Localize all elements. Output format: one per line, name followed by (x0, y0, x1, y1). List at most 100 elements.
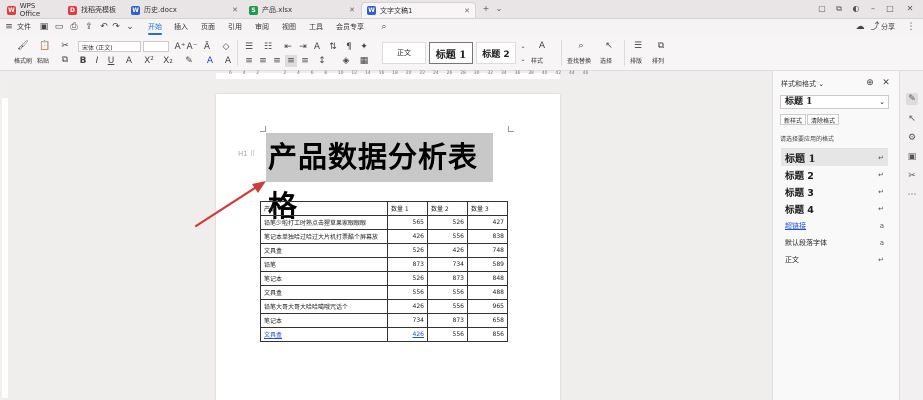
tab-wps-office[interactable]: W WPS Office (2, 2, 62, 18)
text-effects-icon[interactable]: Ā (201, 41, 213, 53)
bold-icon[interactable]: B (77, 55, 89, 67)
table-cell[interactable]: 426 (427, 243, 468, 258)
paste-icon[interactable]: 📋 (39, 40, 51, 52)
table-cell[interactable]: 文具盒 (260, 243, 388, 258)
subscript-icon[interactable]: X₂ (162, 55, 174, 67)
tools-icon[interactable]: ✂ (906, 170, 918, 182)
settings-icon[interactable]: ⚙ (906, 132, 918, 144)
image-icon[interactable]: ▣ (906, 151, 918, 163)
line-spacing-icon[interactable]: ↕ (316, 55, 328, 67)
table-cell[interactable]: 文具盒 (260, 285, 388, 300)
table-header-cell[interactable]: 数量 2 (427, 201, 468, 216)
select-icon[interactable]: ↖ (603, 40, 615, 52)
menu-view[interactable]: 视图 (282, 22, 296, 32)
table-cell[interactable]: 589 (467, 257, 508, 272)
grow-font-icon[interactable]: A⁺ (174, 41, 186, 53)
border-icon[interactable]: ▦ (358, 55, 370, 67)
table-cell-link[interactable]: 文具盒 (260, 327, 388, 342)
strikethrough-icon[interactable]: A (123, 55, 135, 67)
table-cell[interactable]: 526 (387, 243, 428, 258)
underline-icon[interactable]: U (105, 55, 117, 67)
skin-icon[interactable]: ◐ (851, 4, 861, 14)
table-cell[interactable]: 734 (427, 257, 468, 272)
folder-icon[interactable]: ▭ (53, 21, 65, 33)
numbered-list-icon[interactable]: ☷ (262, 41, 274, 53)
more-icon[interactable]: ⋮ (905, 21, 917, 33)
window-layout-icon[interactable]: ▢ (817, 4, 827, 14)
italic-icon[interactable]: I (91, 55, 103, 67)
font-name-select[interactable]: 宋体 (正文) (78, 41, 141, 52)
table-cell[interactable]: 658 (467, 313, 508, 328)
show-marks-icon[interactable]: ¶ (343, 41, 355, 53)
style-normal[interactable]: 正文 (382, 42, 426, 64)
tab-document-1[interactable]: W 文字文稿1 ✕ (361, 2, 476, 18)
table-cell[interactable]: 426 (387, 229, 428, 244)
align-center-icon[interactable]: ≡ (257, 55, 269, 67)
table-cell[interactable]: 铅笔大哥大哥大哈哈噶哦咒话个 (260, 299, 388, 314)
menu-review[interactable]: 审阅 (255, 22, 269, 32)
panel-scrollbar[interactable] (887, 90, 893, 390)
table-cell[interactable]: 铅笔 (260, 257, 388, 272)
styles-icon[interactable]: A (536, 40, 548, 52)
save-icon[interactable]: ▣ (38, 21, 50, 33)
menu-member[interactable]: 会员专享 (336, 22, 364, 32)
redo-icon[interactable]: ↷ (110, 21, 122, 33)
table-header-cell[interactable]: 数量 3 (467, 201, 508, 216)
arrange-icon[interactable]: ⧉ (655, 40, 667, 52)
cloud-icon[interactable]: ☁ (854, 21, 866, 33)
table-header-cell[interactable]: 产品 (260, 201, 388, 216)
paste-label[interactable]: 粘贴 (37, 56, 49, 65)
table-cell[interactable]: 965 (467, 299, 508, 314)
style-heading-1[interactable]: 标题 1 (429, 42, 473, 64)
table-cell[interactable]: 748 (467, 243, 508, 258)
sort-icon[interactable]: ⇅ (327, 41, 339, 53)
table-cell[interactable]: 铅笔少啦打工时熟点击猩草果家眼眼眼 (260, 215, 388, 230)
arrange-button[interactable]: 排列 (652, 56, 664, 65)
char-shading-icon[interactable]: A (222, 55, 234, 67)
justify-icon[interactable]: ≡ (285, 55, 297, 67)
table-cell[interactable]: 笔记本 (260, 271, 388, 286)
close-icon[interactable]: ✕ (464, 7, 470, 15)
styles-button[interactable]: 样式 (531, 56, 543, 65)
print-icon[interactable]: ⎙ (68, 21, 80, 33)
increase-indent-icon[interactable]: ⇥ (297, 41, 309, 53)
table-cell[interactable]: 873 (387, 257, 428, 272)
maximize-icon[interactable]: □ (885, 4, 895, 14)
table-cell[interactable]: 556 (427, 285, 468, 300)
close-icon[interactable]: ✕ (880, 77, 892, 89)
table-cell[interactable]: 526 (427, 215, 468, 230)
shading-icon[interactable]: ◈ (340, 55, 352, 67)
style-heading-2[interactable]: 标题 2 (476, 42, 516, 64)
chevron-down-icon[interactable]: ⌄ (124, 21, 136, 33)
undo-icon[interactable]: ↶ (98, 21, 110, 33)
chinese-layout-icon[interactable]: A (311, 41, 323, 53)
horizontal-ruler[interactable]: 6 4 2 2 4 6 8 10 12 14 16 18 20 22 24 26 28 30 32 34 36 38 40 4… (0, 71, 772, 80)
table-cell[interactable]: 565 (387, 215, 428, 230)
style-item-normal[interactable]: 正文 ↵ (781, 251, 888, 268)
new-tab-button[interactable]: + (481, 4, 491, 14)
decrease-indent-icon[interactable]: ⇤ (282, 41, 294, 53)
more-icon[interactable]: ⋯ (906, 189, 918, 201)
select-button[interactable]: 选择 (600, 56, 612, 65)
style-item-hyperlink[interactable]: 超链接 a (781, 217, 888, 234)
style-item-heading-1[interactable]: 标题 1 ↵ (781, 149, 888, 166)
minimize-icon[interactable]: – (868, 4, 878, 14)
table-cell[interactable]: 873 (427, 271, 468, 286)
table-header-cell[interactable]: 数量 1 (387, 201, 428, 216)
table-cell[interactable]: 556 (427, 299, 468, 314)
layout-icon[interactable]: ☰ (632, 40, 644, 52)
table-cell[interactable]: 848 (467, 271, 508, 286)
pin-icon[interactable]: ⊕ (864, 77, 876, 89)
find-replace-button[interactable]: 查找替换 (567, 56, 591, 65)
table-cell[interactable]: 556 (427, 327, 468, 342)
font-color-icon[interactable]: A (204, 55, 216, 67)
style-item-heading-2[interactable]: 标题 2 ↵ (781, 166, 888, 183)
find-replace-icon[interactable]: ⌕ (575, 40, 587, 52)
table-cell[interactable]: 488 (467, 285, 508, 300)
font-size-select[interactable] (143, 41, 169, 52)
current-style-select[interactable]: 标题 1 ⌄ (780, 95, 889, 109)
cut-icon[interactable]: ✂ (59, 40, 71, 52)
close-icon[interactable]: ✕ (232, 6, 238, 14)
document-title[interactable]: 产品数据分析表格 (266, 133, 493, 223)
table-cell[interactable]: 873 (427, 313, 468, 328)
